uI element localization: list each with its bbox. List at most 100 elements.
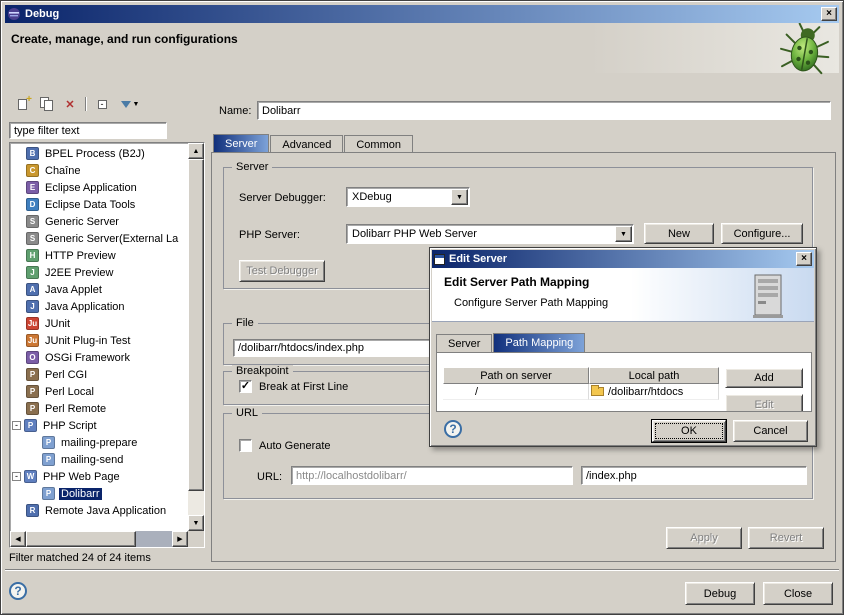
- tree-item-perl-remote[interactable]: PPerl Remote: [12, 400, 187, 417]
- new-launch-config-icon[interactable]: +: [11, 95, 33, 113]
- debug-button[interactable]: Debug: [685, 582, 755, 605]
- config-tree: B BPEL Process (B2J) CChaîneEEclipse Appli…: [12, 145, 187, 530]
- tree-item-cha-ne[interactable]: CChaîne: [12, 162, 187, 179]
- scroll-right-icon[interactable]: ▶: [172, 531, 188, 547]
- filter-status-text: Filter matched 24 of 24 items: [9, 552, 151, 564]
- red-x-glyph: ✕: [65, 98, 74, 111]
- server-icon: [750, 273, 786, 319]
- scroll-down-icon[interactable]: ▼: [188, 515, 204, 531]
- php-file-icon: P: [42, 453, 55, 466]
- bpel-process-icon: B: [26, 147, 39, 160]
- dropdown-arrow-icon[interactable]: ▼: [451, 189, 468, 205]
- tree-item-osgi-framework[interactable]: OOSGi Framework: [12, 349, 187, 366]
- tree-item-label: Chaîne: [43, 165, 82, 177]
- expander-minus-icon[interactable]: -: [12, 421, 21, 430]
- break-first-line-checkbox[interactable]: ✓: [239, 380, 252, 393]
- tree-item-j2ee-preview[interactable]: JJ2EE Preview: [12, 264, 187, 281]
- tree-item-label: Generic Server(External La: [43, 233, 180, 245]
- column-label: Local path: [629, 370, 680, 382]
- expander-minus-icon[interactable]: -: [12, 472, 21, 481]
- collapse-all-icon[interactable]: -: [91, 95, 113, 113]
- tree-item-label: J2EE Preview: [43, 267, 115, 279]
- tree-item-generic-server-external-la[interactable]: SGeneric Server(External La: [12, 230, 187, 247]
- column-header-local-path[interactable]: Local path: [589, 367, 719, 384]
- tree-item-php-script[interactable]: -PPHP Script: [12, 417, 187, 434]
- tree-item-label: BPEL Process (B2J): [43, 148, 147, 160]
- new-server-button[interactable]: New: [644, 223, 714, 244]
- tab-common[interactable]: Common: [344, 135, 413, 153]
- name-input[interactable]: [257, 101, 831, 120]
- url-group-label: URL: [232, 407, 262, 419]
- add-mapping-button[interactable]: Add: [725, 368, 803, 388]
- revert-button[interactable]: Revert: [748, 527, 824, 549]
- filter-config-icon[interactable]: ▼: [115, 95, 145, 113]
- tab-advanced[interactable]: Advanced: [270, 135, 343, 153]
- auto-generate-checkbox[interactable]: [239, 439, 252, 452]
- tree-item-perl-local[interactable]: PPerl Local: [12, 383, 187, 400]
- tree-item-dolibarr[interactable]: PDolibarr: [12, 485, 187, 502]
- url-base-input[interactable]: [291, 466, 573, 485]
- scrollbar-corner: [188, 531, 204, 547]
- help-button[interactable]: ?: [9, 582, 27, 600]
- column-label: Path on server: [480, 370, 552, 382]
- tree-item-junit-plug-in-test[interactable]: JuJUnit Plug-in Test: [12, 332, 187, 349]
- php-web-page-file-icon: P: [42, 487, 55, 500]
- tree-item-label: Generic Server: [43, 216, 121, 228]
- close-button[interactable]: Close: [763, 582, 833, 605]
- test-debugger-button[interactable]: Test Debugger: [239, 260, 325, 282]
- tree-item-eclipse-application[interactable]: EEclipse Application: [12, 179, 187, 196]
- php-server-combo[interactable]: Dolibarr PHP Web Server ▼: [346, 224, 634, 244]
- button-label: OK: [681, 425, 697, 437]
- tree-item-http-preview[interactable]: HHTTP Preview: [12, 247, 187, 264]
- tree-item-eclipse-data-tools[interactable]: DEclipse Data Tools: [12, 196, 187, 213]
- tree-item-bpel-process-b2j-[interactable]: B BPEL Process (B2J): [12, 145, 187, 162]
- tree-item-label: Eclipse Data Tools: [43, 199, 137, 211]
- window-close-icon[interactable]: ×: [821, 7, 837, 21]
- dropdown-arrow-icon[interactable]: ▼: [615, 226, 632, 242]
- bug-icon: [777, 23, 833, 79]
- window-titlebar[interactable]: Debug ×: [5, 5, 839, 23]
- tree-item-java-application[interactable]: JJava Application: [12, 298, 187, 315]
- edit-mapping-button[interactable]: Edit: [725, 394, 803, 412]
- cancel-button[interactable]: Cancel: [733, 420, 808, 442]
- vscroll-thumb[interactable]: [188, 159, 204, 491]
- filter-input[interactable]: [9, 122, 167, 139]
- url-label: URL:: [257, 471, 282, 483]
- tree-item-generic-server[interactable]: SGeneric Server: [12, 213, 187, 230]
- tree-item-label: PHP Script: [41, 420, 99, 432]
- tab-label: Server: [448, 338, 480, 350]
- table-cell-local-path[interactable]: /dolibarr/htdocs: [589, 384, 719, 400]
- tree-item-mailing-send[interactable]: Pmailing-send: [12, 451, 187, 468]
- tree-item-mailing-prepare[interactable]: Pmailing-prepare: [12, 434, 187, 451]
- name-label: Name:: [219, 105, 251, 117]
- dialog-titlebar[interactable]: Edit Server ×: [432, 250, 814, 268]
- dialog-help-button[interactable]: ?: [444, 420, 462, 438]
- tree-item-remote-java-application[interactable]: RRemote Java Application: [12, 502, 187, 519]
- button-label: Apply: [690, 532, 718, 544]
- dialog-tab-server[interactable]: Server: [436, 334, 492, 352]
- configure-server-button[interactable]: Configure...: [721, 223, 803, 244]
- duplicate-config-icon[interactable]: [35, 95, 57, 113]
- hscroll-thumb[interactable]: [26, 531, 136, 547]
- scroll-left-icon[interactable]: ◀: [10, 531, 26, 547]
- break-first-line-label: Break at First Line: [259, 381, 348, 393]
- table-cell-server-path[interactable]: /: [443, 384, 589, 400]
- perl-local-icon: P: [26, 385, 39, 398]
- url-path-input[interactable]: [581, 466, 807, 485]
- apply-button[interactable]: Apply: [666, 527, 742, 549]
- tree-item-java-applet[interactable]: AJava Applet: [12, 281, 187, 298]
- delete-config-icon[interactable]: ✕: [59, 95, 81, 113]
- tree-item-php-web-page[interactable]: -WPHP Web Page: [12, 468, 187, 485]
- server-debugger-combo[interactable]: XDebug ▼: [346, 187, 470, 207]
- tab-server[interactable]: Server: [213, 134, 269, 153]
- tree-vertical-scrollbar[interactable]: ▲ ▼: [188, 143, 204, 531]
- dialog-tab-path-mapping[interactable]: Path Mapping: [493, 333, 585, 352]
- dialog-close-icon[interactable]: ×: [796, 252, 812, 266]
- tree-item-junit[interactable]: JuJUnit: [12, 315, 187, 332]
- tree-horizontal-scrollbar[interactable]: ◀ ▶: [10, 531, 188, 547]
- column-header-path-on-server[interactable]: Path on server: [443, 367, 589, 384]
- tree-item-perl-cgi[interactable]: PPerl CGI: [12, 366, 187, 383]
- ok-button[interactable]: OK: [652, 420, 726, 442]
- scroll-up-icon[interactable]: ▲: [188, 143, 204, 159]
- window-title: Debug: [25, 8, 59, 20]
